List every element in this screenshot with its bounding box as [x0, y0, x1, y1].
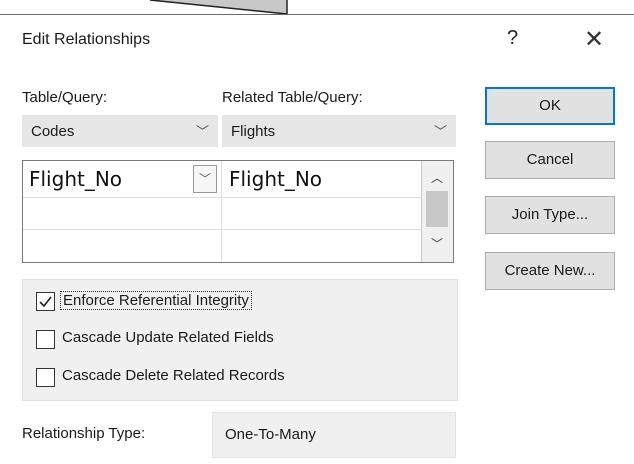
enforce-label[interactable]: Enforce Referential Integrity: [60, 291, 252, 310]
chevron-down-icon: ﹀: [433, 124, 447, 139]
check-icon: [39, 296, 52, 308]
ok-button[interactable]: OK: [485, 87, 615, 125]
grid-row-divider: [23, 197, 421, 198]
edit-relationships-dialog: Edit Relationships ? ✕ Table/Query: Code…: [0, 14, 634, 464]
related-table-query-value: Flights: [231, 123, 276, 140]
related-table-query-label: Related Table/Query:: [222, 89, 363, 106]
table-query-label-text: Table/Query:: [22, 89, 108, 106]
fields-grid[interactable]: Flight_No ﹀ Flight_No ︿ ﹀: [22, 160, 454, 263]
chevron-down-icon[interactable]: ﹀: [193, 165, 217, 193]
grid-scrollbar[interactable]: ︿ ﹀: [422, 161, 453, 262]
grid-row-divider: [23, 229, 421, 230]
help-button[interactable]: ?: [507, 27, 518, 50]
relationship-type-label: Relationship Type:: [22, 425, 146, 442]
cancel-button[interactable]: Cancel: [485, 141, 615, 179]
related-table-query-combo[interactable]: Flights ﹀: [222, 115, 456, 147]
close-icon[interactable]: ✕: [584, 25, 604, 54]
grid-cell-right[interactable]: Flight_No: [229, 167, 322, 191]
chevron-down-icon: ﹀: [195, 124, 209, 139]
scrollbar-thumb[interactable]: [426, 191, 448, 227]
grid-cell-left[interactable]: Flight_No: [29, 167, 122, 191]
join-type-button[interactable]: Join Type...: [485, 196, 615, 234]
table-query-combo[interactable]: Codes ﹀: [22, 115, 218, 147]
relationship-type-value: One-To-Many: [225, 426, 316, 443]
table-query-value: Codes: [31, 123, 75, 140]
dialog-title: Edit Relationships: [22, 31, 151, 48]
relationship-type-value-box: One-To-Many: [212, 412, 456, 458]
table-query-label: Table/Query:: [22, 89, 107, 106]
enforce-checkbox[interactable]: [36, 292, 55, 311]
chevron-up-icon[interactable]: ︿: [431, 169, 443, 186]
related-table-query-label-text: Related Table/Query:: [222, 89, 363, 106]
cascade-update-label[interactable]: Cascade Update Related Fields: [62, 329, 274, 346]
chevron-down-icon[interactable]: ﹀: [431, 235, 443, 252]
cascade-delete-checkbox[interactable]: [36, 368, 55, 387]
cascade-delete-label[interactable]: Cascade Delete Related Records: [62, 367, 285, 384]
create-new-button[interactable]: Create New...: [485, 252, 615, 290]
cascade-update-checkbox[interactable]: [36, 330, 55, 349]
grid-column-divider: [221, 161, 222, 262]
